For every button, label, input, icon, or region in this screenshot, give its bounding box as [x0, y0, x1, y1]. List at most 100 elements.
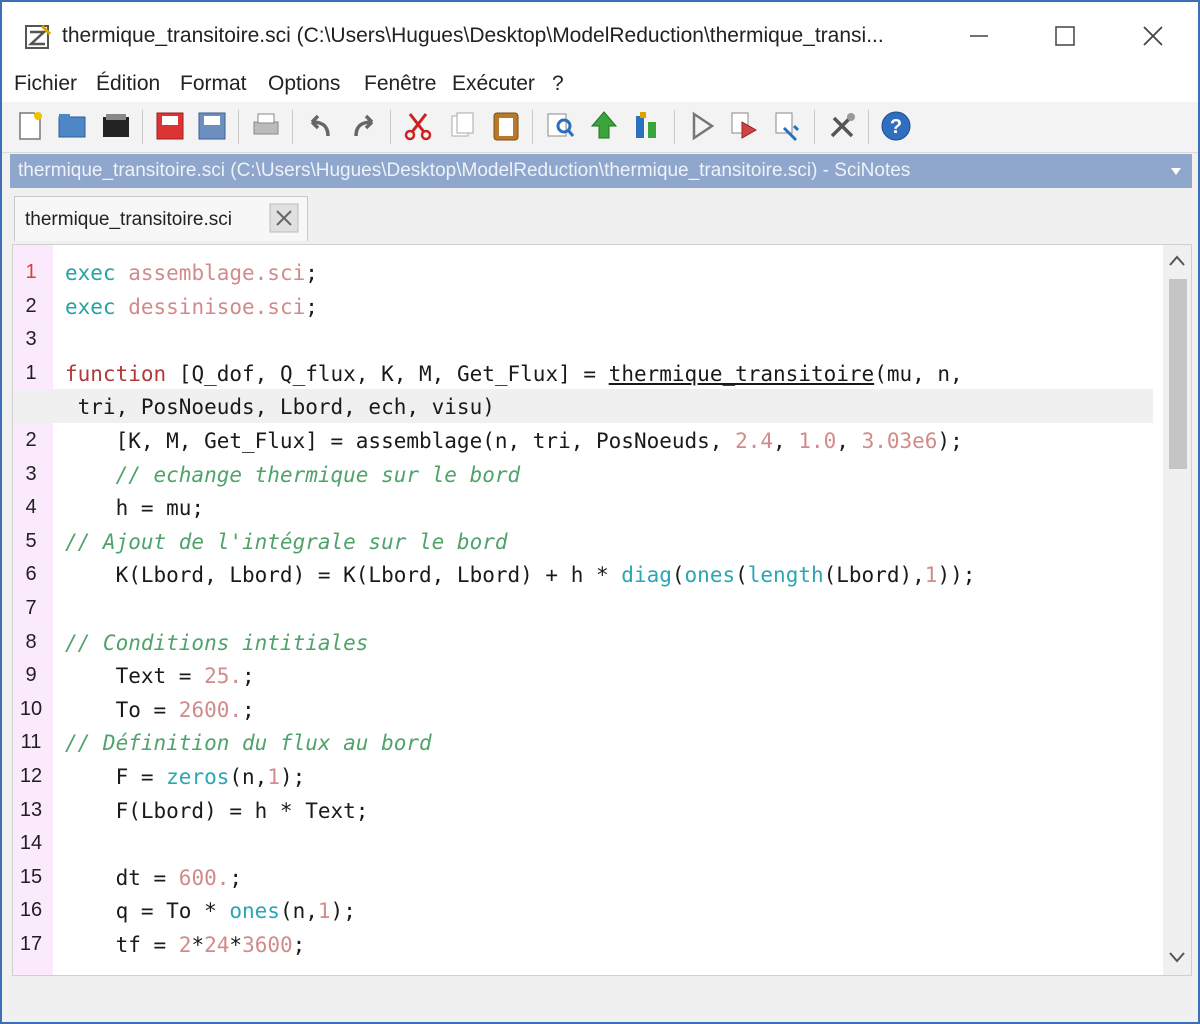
- code-line[interactable]: 12 F = zeros(n,1);: [13, 759, 1153, 793]
- load-into-scilab-button[interactable]: [586, 108, 622, 144]
- run-file-button[interactable]: [726, 108, 762, 144]
- code-line[interactable]: 14: [13, 826, 1153, 860]
- copy-button[interactable]: [444, 108, 480, 144]
- cut-icon: [404, 113, 432, 141]
- menu-options[interactable]: Options: [268, 72, 340, 96]
- scinotes-window: thermique_transitoire.sci (C:\Users\Hugu…: [0, 0, 1200, 1024]
- code-line[interactable]: 2 exec dessinisoe.sci;: [13, 289, 1153, 323]
- scrollbar-thumb[interactable]: [1169, 279, 1187, 469]
- cut-button[interactable]: [400, 108, 436, 144]
- line-number: 15: [19, 865, 43, 888]
- run-icon: [692, 111, 715, 141]
- scinotes-app-icon: [25, 24, 52, 49]
- save-button[interactable]: [152, 108, 188, 144]
- code-line[interactable]: 7: [13, 591, 1153, 625]
- code-line-text: // Conditions intitiales: [65, 630, 369, 655]
- code-line[interactable]: 10 To = 2600.;: [13, 692, 1153, 726]
- save-as-button[interactable]: [194, 108, 230, 144]
- open-folder-button[interactable]: [98, 108, 134, 144]
- code-line-text: // echange thermique sur le bord: [115, 462, 521, 487]
- new-file-button[interactable]: [12, 108, 48, 144]
- svg-text:?: ?: [890, 116, 902, 138]
- run-button[interactable]: [684, 108, 720, 144]
- line-number: 13: [19, 798, 43, 821]
- save-as-icon: [198, 112, 226, 140]
- redo-icon: [354, 114, 374, 137]
- code-line[interactable]: 15 dt = 600.;: [13, 860, 1153, 894]
- code-editor[interactable]: 1 exec assemblage.sci; 2 exec dessinisoe.sc…: [12, 244, 1192, 976]
- line-number: 7: [25, 597, 37, 619]
- line-number: 3: [25, 462, 37, 485]
- toolbar-separator: [292, 110, 293, 144]
- toolbar-separator: [814, 110, 815, 144]
- code-line[interactable]: 9 Text = 25.;: [13, 658, 1153, 692]
- open-folder-icon: [103, 114, 129, 137]
- code-line[interactable]: 17 tf = 2*24*3600;: [13, 927, 1153, 961]
- close-tab-icon[interactable]: [269, 203, 299, 233]
- code-line-text: exec dessinisoe.sci;: [65, 294, 318, 319]
- code-line-text: tri, PosNoeuds, Lbord, ech, visu): [65, 395, 495, 420]
- settings-button[interactable]: [824, 108, 860, 144]
- code-line-text: q = To * ones(n,1);: [65, 899, 356, 924]
- line-number: 6: [25, 563, 37, 586]
- undo-button[interactable]: [302, 108, 338, 144]
- code-line[interactable]: 4 h = mu;: [13, 490, 1153, 524]
- toolbar-separator: [390, 110, 391, 144]
- dropdown-arrow-icon[interactable]: [1168, 163, 1184, 179]
- title-bar: thermique_transitoire.sci (C:\Users\Hugu…: [2, 2, 1198, 68]
- menu-fenetre[interactable]: Fenêtre: [364, 72, 436, 96]
- code-line[interactable]: 11 // Définition du flux au bord: [13, 725, 1153, 759]
- code-line[interactable]: 16 q = To * ones(n,1);: [13, 893, 1153, 927]
- code-line-text: F(Lbord) = h * Text;: [65, 798, 369, 823]
- help-button[interactable]: ?: [878, 108, 914, 144]
- code-line[interactable]: 5 // Ajout de l'intégrale sur le bord: [13, 524, 1153, 558]
- code-line[interactable]: 1 function [Q_dof, Q_flux, K, M, Get_Flux…: [13, 356, 1153, 390]
- code-line[interactable]: 6 K(Lbord, Lbord) = K(Lbord, Lbord) + h …: [13, 557, 1153, 591]
- code-area[interactable]: 1 exec assemblage.sci; 2 exec dessinisoe.sc…: [13, 245, 1153, 975]
- debug-icon: [775, 112, 800, 142]
- document-path-bar: thermique_transitoire.sci (C:\Users\Hugu…: [10, 154, 1192, 188]
- debug-button[interactable]: [770, 108, 806, 144]
- code-line[interactable]: tri, PosNoeuds, Lbord, ech, visu): [13, 389, 1153, 424]
- code-line-text: tf = 2*24*3600;: [65, 933, 306, 957]
- code-line[interactable]: 2 [K, M, Get_Flux] = assemblage(n, tri, …: [13, 423, 1153, 457]
- maximize-button[interactable]: [1042, 14, 1088, 58]
- code-line[interactable]: 8 // Conditions intitiales: [13, 625, 1153, 659]
- document-path: thermique_transitoire.sci (C:\Users\Hugu…: [18, 160, 911, 181]
- line-number: 12: [19, 765, 43, 787]
- line-number: 14: [19, 832, 43, 855]
- code-line[interactable]: 3: [13, 322, 1153, 356]
- code-line[interactable]: 13 F(Lbord) = h * Text;: [13, 793, 1153, 827]
- code-line-text: // Ajout de l'intégrale sur le bord: [65, 529, 508, 554]
- execute-button[interactable]: [630, 108, 666, 144]
- code-line[interactable]: 3 // echange thermique sur le bord: [13, 457, 1153, 491]
- redo-button[interactable]: [346, 108, 382, 144]
- maximize-icon: [1055, 26, 1075, 46]
- load-into-scilab-icon: [590, 111, 618, 139]
- vertical-scrollbar[interactable]: [1163, 245, 1191, 975]
- line-number: 9: [25, 664, 37, 687]
- tab-label: thermique_transitoire.sci: [25, 209, 232, 230]
- tab-thermique-transitoire[interactable]: thermique_transitoire.sci: [14, 196, 308, 241]
- find-button[interactable]: [542, 108, 578, 144]
- menu-executer[interactable]: Exécuter: [452, 72, 535, 96]
- menu-format[interactable]: Format: [180, 72, 247, 96]
- menu-fichier[interactable]: Fichier: [14, 72, 77, 96]
- code-line-text: To = 2600.;: [65, 697, 255, 722]
- code-line[interactable]: 1 exec assemblage.sci;: [13, 255, 1153, 289]
- code-line-text: // Définition du flux au bord: [65, 731, 432, 756]
- menu-help[interactable]: ?: [552, 72, 564, 96]
- code-line-text: [K, M, Get_Flux] = assemblage(n, tri, Po…: [65, 429, 963, 453]
- open-file-button[interactable]: [54, 108, 90, 144]
- code-line-text: dt = 600.;: [65, 865, 243, 890]
- menu-edition[interactable]: Édition: [96, 72, 160, 96]
- help-icon: ?: [881, 111, 911, 141]
- scroll-up-icon[interactable]: [1163, 249, 1191, 273]
- print-button[interactable]: [248, 108, 284, 144]
- paste-button[interactable]: [488, 108, 524, 144]
- scroll-down-icon[interactable]: [1163, 945, 1191, 969]
- close-icon: [1143, 26, 1163, 46]
- line-number: 2: [25, 429, 37, 451]
- close-button[interactable]: [1130, 14, 1176, 58]
- minimize-button[interactable]: [956, 14, 1002, 58]
